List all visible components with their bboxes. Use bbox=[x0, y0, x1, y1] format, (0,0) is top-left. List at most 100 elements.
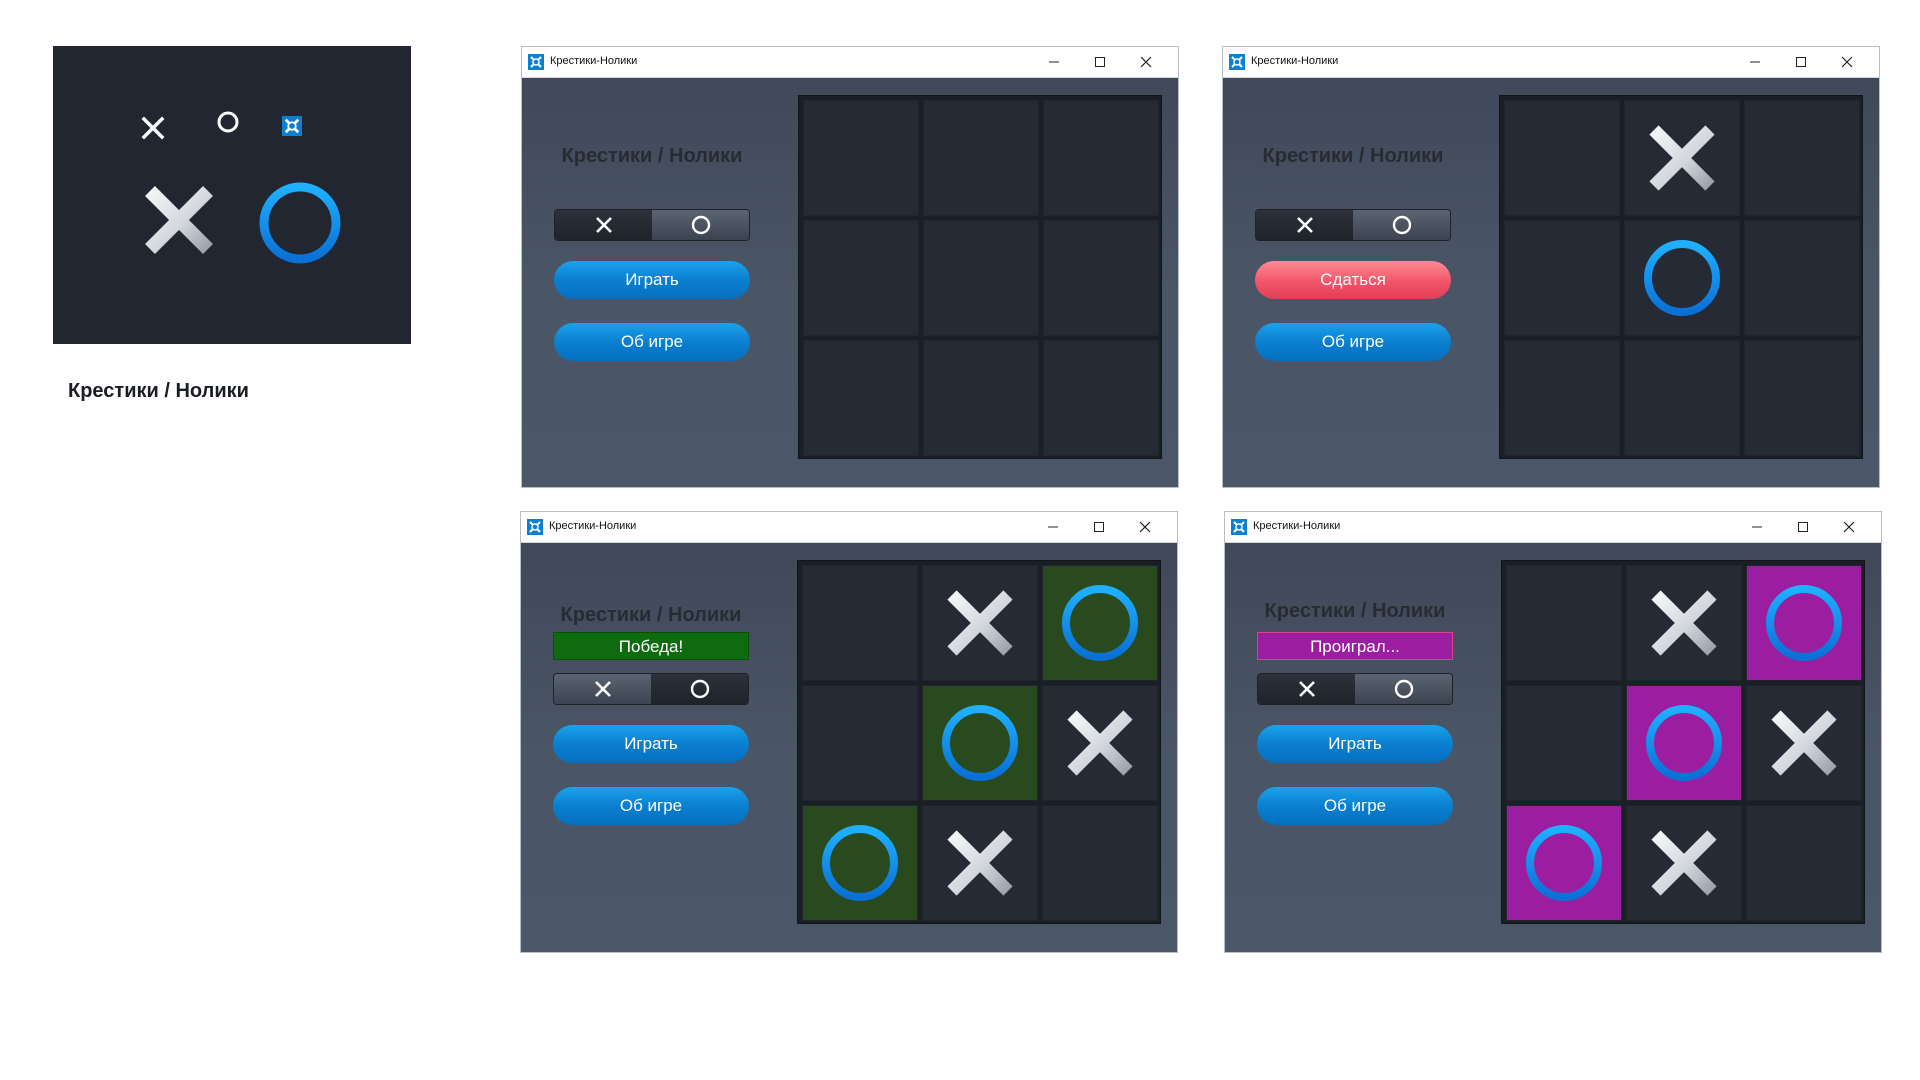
circle-option[interactable] bbox=[651, 674, 748, 704]
board-cell[interactable] bbox=[1624, 220, 1740, 336]
cross-option[interactable] bbox=[555, 210, 652, 240]
surrender-button[interactable]: Сдаться bbox=[1255, 261, 1451, 299]
board-cell[interactable] bbox=[1744, 220, 1860, 336]
board-cell[interactable] bbox=[1506, 805, 1622, 921]
small-circle-icon bbox=[217, 111, 239, 133]
maximize-icon[interactable] bbox=[1791, 53, 1811, 71]
cross-mark-icon bbox=[1649, 125, 1715, 191]
close-icon[interactable] bbox=[1135, 518, 1155, 536]
cross-icon bbox=[1298, 681, 1315, 697]
minimize-icon[interactable] bbox=[1747, 518, 1767, 536]
board-cell[interactable] bbox=[1746, 805, 1862, 921]
minimize-icon[interactable] bbox=[1745, 53, 1765, 71]
board-cell[interactable] bbox=[1042, 685, 1158, 801]
board-cell[interactable] bbox=[922, 685, 1038, 801]
game-window-victory: Крестики-Нолики Крестики / Нолики Победа… bbox=[520, 511, 1178, 953]
play-button[interactable]: Играть bbox=[1257, 725, 1453, 763]
board-cell[interactable] bbox=[1506, 565, 1622, 681]
minimize-icon[interactable] bbox=[1043, 518, 1063, 536]
close-icon[interactable] bbox=[1839, 518, 1859, 536]
board-cell[interactable] bbox=[922, 805, 1038, 921]
about-button[interactable]: Об игре bbox=[554, 323, 750, 361]
board-cell[interactable] bbox=[802, 565, 918, 681]
cross-mark-icon bbox=[1771, 710, 1837, 776]
board-cell[interactable] bbox=[803, 340, 919, 456]
small-app-icon bbox=[282, 116, 302, 136]
board-cell[interactable] bbox=[1744, 340, 1860, 456]
cross-mark-icon bbox=[1651, 830, 1717, 896]
title-bar: Крестики-Нолики bbox=[522, 47, 1178, 78]
board-cell[interactable] bbox=[1746, 565, 1862, 681]
board-cell[interactable] bbox=[1043, 100, 1159, 216]
minimize-icon[interactable] bbox=[1044, 53, 1064, 71]
tic-tac-toe-icon bbox=[1231, 519, 1247, 535]
circle-option[interactable] bbox=[652, 210, 749, 240]
circle-option[interactable] bbox=[1353, 210, 1450, 240]
board-cell[interactable] bbox=[802, 805, 918, 921]
board-cell[interactable] bbox=[1626, 685, 1742, 801]
board-cell[interactable] bbox=[1504, 220, 1620, 336]
symbol-toggle[interactable] bbox=[553, 673, 749, 705]
app-preview-tile bbox=[53, 46, 411, 344]
about-button[interactable]: Об игре bbox=[1255, 323, 1451, 361]
board-cell[interactable] bbox=[923, 340, 1039, 456]
about-button[interactable]: Об игре bbox=[1257, 787, 1453, 825]
board-cell[interactable] bbox=[1626, 565, 1742, 681]
cross-icon bbox=[594, 681, 611, 697]
board-cell[interactable] bbox=[1626, 805, 1742, 921]
window-title: Крестики-Нолики bbox=[549, 520, 637, 532]
board-cell[interactable] bbox=[1506, 685, 1622, 801]
board-cell[interactable] bbox=[922, 565, 1038, 681]
large-circle-icon bbox=[259, 182, 341, 264]
board-cell[interactable] bbox=[1744, 100, 1860, 216]
cross-mark-icon bbox=[947, 830, 1013, 896]
circle-mark-icon bbox=[822, 825, 898, 901]
window-title: Крестики-Нолики bbox=[550, 55, 638, 67]
maximize-icon[interactable] bbox=[1089, 518, 1109, 536]
game-heading: Крестики / Нолики bbox=[560, 604, 742, 626]
symbol-toggle[interactable] bbox=[554, 209, 750, 241]
board-cell[interactable] bbox=[802, 685, 918, 801]
title-bar: Крестики-Нолики bbox=[521, 512, 1177, 543]
board-cell[interactable] bbox=[1504, 100, 1620, 216]
close-icon[interactable] bbox=[1837, 53, 1857, 71]
board-cell[interactable] bbox=[1624, 340, 1740, 456]
about-button[interactable]: Об игре bbox=[553, 787, 749, 825]
board-cell[interactable] bbox=[1042, 565, 1158, 681]
small-cross-icon bbox=[141, 116, 165, 140]
symbol-toggle[interactable] bbox=[1255, 209, 1451, 241]
board-cell[interactable] bbox=[1043, 220, 1159, 336]
result-status: Победа! bbox=[553, 632, 749, 660]
play-button[interactable]: Играть bbox=[554, 261, 750, 299]
cross-option[interactable] bbox=[554, 674, 651, 704]
play-button[interactable]: Играть bbox=[553, 725, 749, 763]
circle-option[interactable] bbox=[1355, 674, 1452, 704]
cross-mark-icon bbox=[947, 590, 1013, 656]
cross-mark-icon bbox=[1067, 710, 1133, 776]
circle-mark-icon bbox=[1526, 825, 1602, 901]
cross-option[interactable] bbox=[1256, 210, 1353, 240]
circle-mark-icon bbox=[1646, 705, 1722, 781]
cross-option[interactable] bbox=[1258, 674, 1355, 704]
maximize-icon[interactable] bbox=[1090, 53, 1110, 71]
board-cell[interactable] bbox=[803, 100, 919, 216]
circle-mark-icon bbox=[1062, 585, 1138, 661]
board-cell[interactable] bbox=[923, 100, 1039, 216]
symbol-toggle[interactable] bbox=[1257, 673, 1453, 705]
circle-mark-icon bbox=[1766, 585, 1842, 661]
board-cell[interactable] bbox=[803, 220, 919, 336]
board-cell[interactable] bbox=[1624, 100, 1740, 216]
game-heading: Крестики / Нолики bbox=[561, 145, 743, 167]
board-cell[interactable] bbox=[1504, 340, 1620, 456]
board-cell[interactable] bbox=[1042, 805, 1158, 921]
game-board bbox=[798, 95, 1162, 459]
cross-icon bbox=[595, 217, 612, 233]
board-cell[interactable] bbox=[1746, 685, 1862, 801]
board-cell[interactable] bbox=[1043, 340, 1159, 456]
maximize-icon[interactable] bbox=[1793, 518, 1813, 536]
board-cell[interactable] bbox=[923, 220, 1039, 336]
game-window-playing: Крестики-Нолики Крестики / Нолики Сдатьс… bbox=[1222, 46, 1880, 488]
circle-icon bbox=[691, 215, 710, 235]
close-icon[interactable] bbox=[1136, 53, 1156, 71]
tic-tac-toe-icon bbox=[528, 54, 544, 70]
